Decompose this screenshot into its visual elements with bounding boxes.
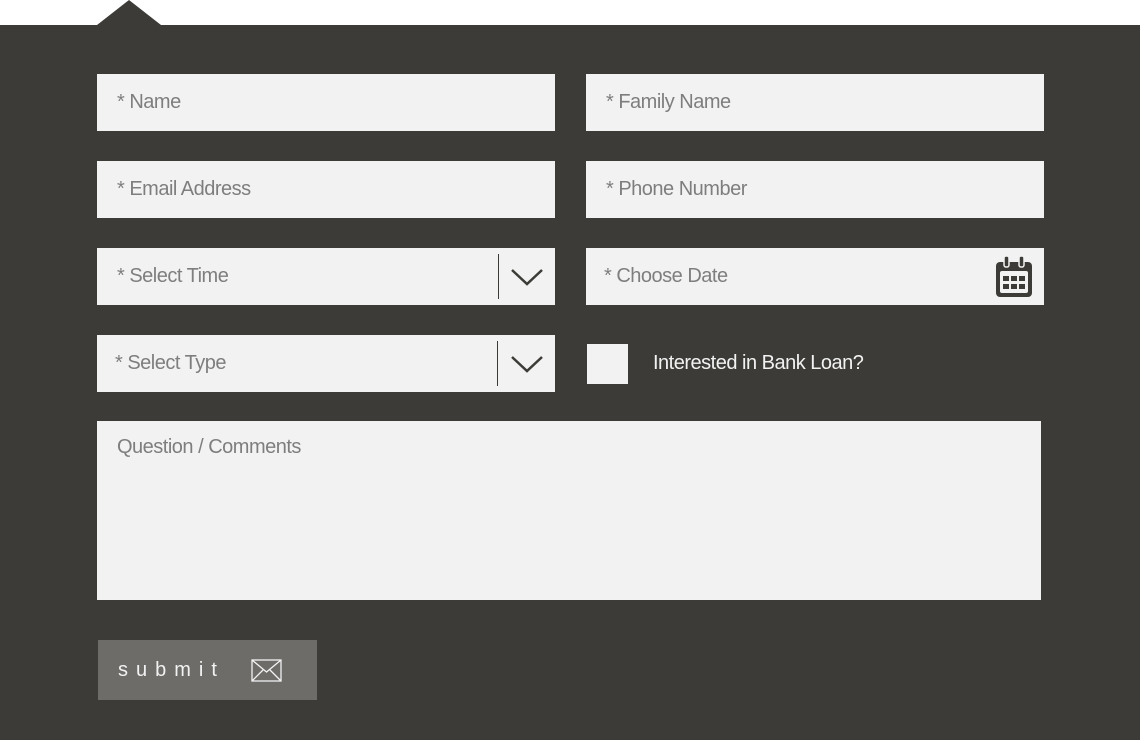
chevron-down-icon[interactable] (499, 248, 555, 305)
email-field-wrap (97, 161, 555, 218)
choose-date-field-wrap (586, 248, 1044, 305)
comments-textarea[interactable] (97, 421, 1041, 600)
bank-loan-label: Interested in Bank Loan? (653, 352, 864, 374)
family-name-input[interactable] (586, 74, 1044, 131)
select-time-label: * Select Time (117, 265, 229, 287)
email-input[interactable] (97, 161, 555, 218)
select-time-dropdown[interactable]: * Select Time (97, 248, 555, 305)
panel-pointer (97, 0, 161, 25)
family-name-field-wrap (586, 74, 1044, 131)
select-type-dropdown[interactable]: * Select Type (97, 335, 555, 392)
bank-loan-checkbox[interactable] (587, 344, 628, 384)
select-type-label: * Select Type (115, 352, 226, 374)
phone-input[interactable] (586, 161, 1044, 218)
contact-form-page: * Select Time * Select (0, 0, 1140, 740)
name-field-wrap (97, 74, 555, 131)
comments-field-wrap (97, 421, 1041, 600)
envelope-icon (251, 659, 282, 682)
chevron-down-icon[interactable] (498, 335, 555, 392)
choose-date-input[interactable] (586, 248, 1044, 305)
submit-label: submit (118, 658, 225, 681)
submit-button[interactable]: submit (98, 640, 317, 700)
calendar-icon[interactable] (995, 255, 1033, 298)
phone-field-wrap (586, 161, 1044, 218)
name-input[interactable] (97, 74, 555, 131)
